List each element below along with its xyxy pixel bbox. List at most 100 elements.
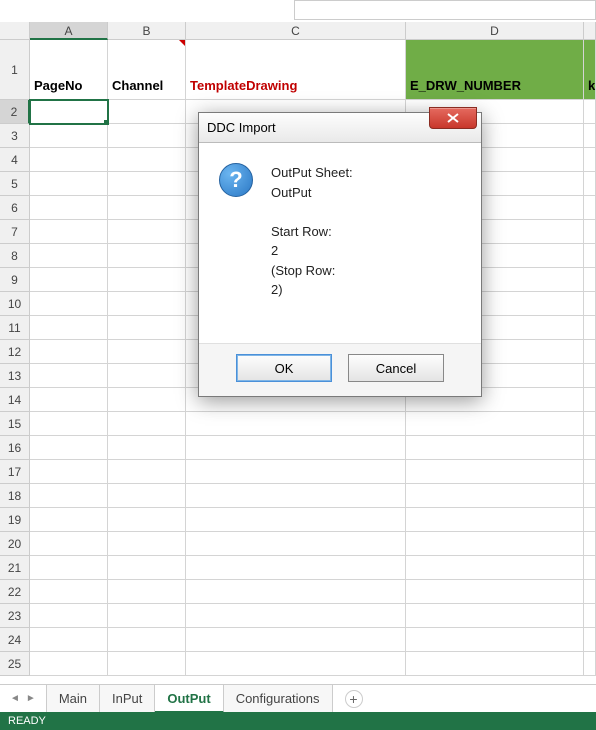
cell[interactable] — [30, 220, 108, 244]
cell[interactable] — [108, 364, 186, 388]
cell[interactable] — [584, 628, 596, 652]
cell[interactable] — [406, 412, 584, 436]
cell[interactable] — [30, 172, 108, 196]
cell[interactable] — [30, 508, 108, 532]
cell[interactable] — [584, 604, 596, 628]
cell[interactable] — [584, 148, 596, 172]
sheet-tab[interactable]: InPut — [100, 685, 155, 712]
cell[interactable] — [584, 268, 596, 292]
cell[interactable] — [584, 340, 596, 364]
cell[interactable] — [30, 124, 108, 148]
cell[interactable] — [108, 412, 186, 436]
col-header-a[interactable]: A — [30, 22, 108, 40]
row-header[interactable]: 2 — [0, 100, 30, 124]
dialog-titlebar[interactable]: DDC Import — [199, 113, 481, 143]
cell[interactable] — [30, 244, 108, 268]
cell[interactable] — [30, 556, 108, 580]
cell[interactable] — [30, 628, 108, 652]
row-header[interactable]: 1 — [0, 40, 30, 100]
cell[interactable] — [406, 556, 584, 580]
row-header[interactable]: 18 — [0, 484, 30, 508]
select-all-corner[interactable] — [0, 22, 30, 40]
cell[interactable] — [108, 532, 186, 556]
row-header[interactable]: 23 — [0, 604, 30, 628]
cell[interactable] — [584, 508, 596, 532]
cell[interactable] — [30, 292, 108, 316]
row-header[interactable]: 24 — [0, 628, 30, 652]
cell[interactable] — [108, 484, 186, 508]
cell[interactable] — [108, 388, 186, 412]
cell[interactable] — [108, 436, 186, 460]
cell[interactable] — [108, 556, 186, 580]
close-button[interactable] — [429, 107, 477, 129]
cell[interactable]: PageNo — [30, 40, 108, 100]
cell[interactable] — [30, 436, 108, 460]
cell[interactable] — [30, 268, 108, 292]
cell[interactable] — [186, 460, 406, 484]
cell[interactable] — [30, 580, 108, 604]
row-header[interactable]: 5 — [0, 172, 30, 196]
row-header[interactable]: 6 — [0, 196, 30, 220]
cell[interactable] — [108, 292, 186, 316]
col-header-d[interactable]: D — [406, 22, 584, 40]
row-header[interactable]: 9 — [0, 268, 30, 292]
row-header[interactable]: 7 — [0, 220, 30, 244]
cell[interactable] — [406, 604, 584, 628]
cell[interactable] — [186, 412, 406, 436]
cell[interactable] — [584, 364, 596, 388]
cell[interactable] — [108, 268, 186, 292]
row-header[interactable]: 19 — [0, 508, 30, 532]
cell[interactable] — [30, 460, 108, 484]
cell[interactable] — [30, 412, 108, 436]
cell[interactable] — [584, 388, 596, 412]
cell[interactable] — [406, 628, 584, 652]
col-header-b[interactable]: B — [108, 22, 186, 40]
cell[interactable] — [108, 316, 186, 340]
cell[interactable] — [584, 292, 596, 316]
cell[interactable]: E_DRW_NUMBER — [406, 40, 584, 100]
cell[interactable] — [186, 484, 406, 508]
cell[interactable] — [406, 580, 584, 604]
cell[interactable] — [186, 508, 406, 532]
cell[interactable] — [584, 124, 596, 148]
cell[interactable] — [108, 340, 186, 364]
row-header[interactable]: 3 — [0, 124, 30, 148]
formula-bar[interactable] — [294, 0, 596, 20]
sheet-tab[interactable]: Main — [46, 685, 100, 712]
row-header[interactable]: 10 — [0, 292, 30, 316]
cell[interactable] — [584, 316, 596, 340]
row-header[interactable]: 12 — [0, 340, 30, 364]
cell[interactable] — [108, 628, 186, 652]
cell[interactable] — [108, 508, 186, 532]
cell[interactable] — [584, 244, 596, 268]
row-header[interactable]: 4 — [0, 148, 30, 172]
cell[interactable] — [108, 196, 186, 220]
cell[interactable] — [406, 436, 584, 460]
col-header-e[interactable] — [584, 22, 596, 40]
cell[interactable] — [30, 196, 108, 220]
cell[interactable] — [108, 652, 186, 676]
row-header[interactable]: 8 — [0, 244, 30, 268]
cell[interactable] — [30, 340, 108, 364]
cell[interactable] — [584, 220, 596, 244]
cell[interactable] — [584, 460, 596, 484]
sheet-tab[interactable]: Configurations — [224, 685, 333, 712]
cell[interactable] — [30, 388, 108, 412]
cell[interactable] — [30, 100, 108, 124]
cell[interactable] — [584, 412, 596, 436]
cell[interactable] — [30, 604, 108, 628]
cell[interactable] — [186, 604, 406, 628]
cell[interactable] — [406, 460, 584, 484]
cell[interactable] — [108, 460, 186, 484]
cell[interactable] — [186, 652, 406, 676]
cell[interactable] — [406, 652, 584, 676]
row-header[interactable]: 20 — [0, 532, 30, 556]
col-header-c[interactable]: C — [186, 22, 406, 40]
row-header[interactable]: 15 — [0, 412, 30, 436]
cell[interactable] — [108, 244, 186, 268]
cancel-button[interactable]: Cancel — [348, 354, 444, 382]
cell[interactable] — [30, 364, 108, 388]
cell[interactable] — [406, 484, 584, 508]
cell[interactable] — [108, 580, 186, 604]
row-header[interactable]: 21 — [0, 556, 30, 580]
